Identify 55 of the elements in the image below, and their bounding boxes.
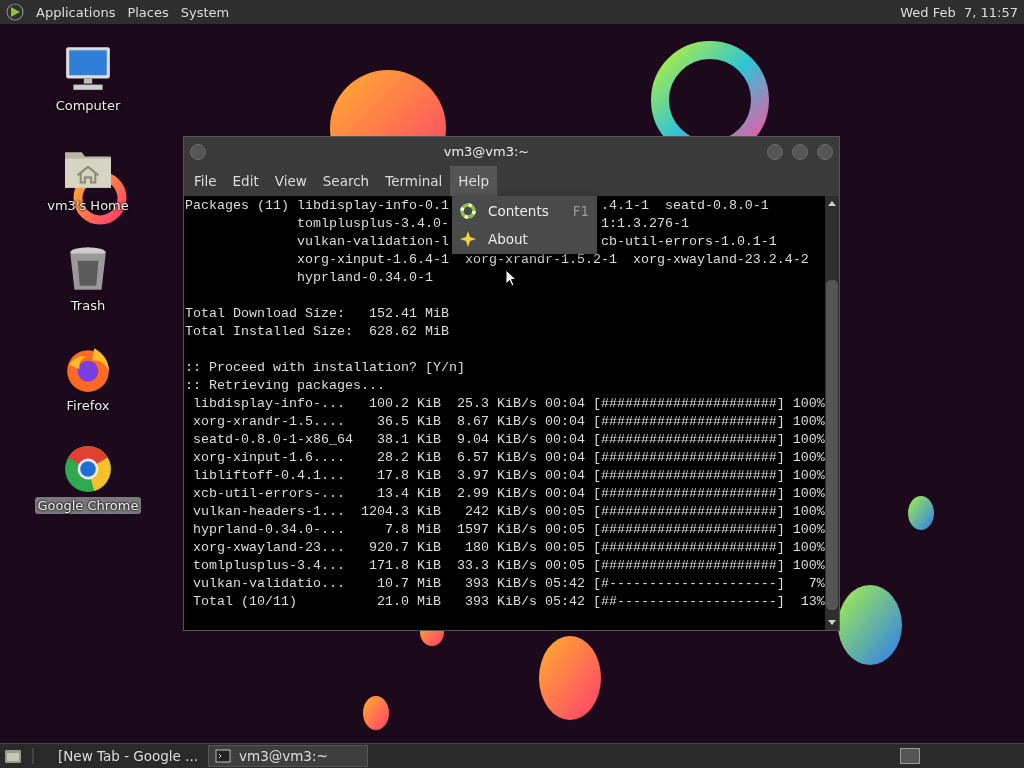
terminal-icon [215,748,231,764]
star-icon [460,231,476,247]
panel-menu[interactable]: Applications [36,4,116,20]
terminal-line: libliftoff-0.4.1... 17.8 KiB 3.97 KiB/s 00:04 [######################] 100% [192,468,825,483]
desktop-icon-label[interactable]: Trash [67,297,109,314]
terminal-line: Total Installed Size: 628.62 MiB [185,324,449,339]
menu-item[interactable]: Search [314,166,378,196]
menu-entry[interactable]: Contents F1 [452,197,597,225]
scroll-up-icon[interactable] [827,199,837,207]
taskbar-task[interactable]: [New Tab - Google ... [44,745,204,767]
menu-logo-icon[interactable] [6,3,24,21]
chrome-icon[interactable] [63,444,113,494]
terminal-line: vulkan-validation-l [295,234,449,249]
panel-menu[interactable]: Places [127,4,169,20]
terminal-line: tomlplusplus-3.4... 171.8 KiB 33.3 KiB/s 00:05 [######################] 100% [192,558,825,573]
menu-item[interactable]: Terminal [377,166,451,196]
terminal-line: xorg-xrandr-1.5.... 36.5 KiB 8.67 KiB/s 00:04 [######################] 100% [192,414,825,429]
taskbar-task[interactable]: vm3@vm3:~ [208,745,368,767]
menu-item[interactable]: Help [450,166,498,196]
terminal-line: :: Proceed with installation? [Y/n] [185,360,465,375]
terminal-line: 1:1.3.276-1 [600,216,689,231]
terminal-line: xorg-xinput-1.6.... 28.2 KiB 6.57 KiB/s 00:04 [######################] 100% [192,450,825,465]
window-title: vm3@vm3:~ [442,144,531,159]
terminal-line: :: Retrieving packages... [185,378,385,393]
menu-item[interactable]: File [186,166,225,196]
terminal-line: vulkan-headers-1... 1204.3 KiB 242 KiB/s 00:05 [######################] 100% [192,504,825,519]
clock[interactable]: Wed Feb 7, 11:57 [900,4,1018,20]
terminal-line: seatd-0.8.0-1-x86_64 38.1 KiB 9.04 KiB/s 00:04 [######################] 100% [192,432,825,447]
terminal-line: vulkan-validatio... 10.7 MiB 393 KiB/s 05:42 [#---------------------] 7% [192,576,825,591]
workspace-switcher[interactable] [900,748,920,764]
terminal-line: Packages (11) libdisplay-info-0.1 [185,198,449,213]
terminal-line: xorg-xwayland-23... 920.7 KiB 180 KiB/s 00:05 [######################] 100% [192,540,825,555]
terminal-line: Total Download Size: 152.41 MiB [185,306,449,321]
terminal-line: Total (10/11) 21.0 MiB 393 KiB/s 05:42 [##--------------------] 13% [192,594,825,609]
menu-item[interactable]: View [266,166,315,196]
scroll-down-icon[interactable] [827,619,837,627]
panel-menu[interactable]: System [180,4,230,20]
terminal-line: libdisplay-info-... 100.2 KiB 25.3 KiB/s 00:04 [######################] 100% [192,396,825,411]
scrollbar[interactable] [825,196,839,630]
terminal-line: xcb-util-errors-... 13.4 KiB 2.99 KiB/s 00:04 [######################] 100% [192,486,825,501]
terminal-line: hyprland-0.34.0-1 [295,270,433,285]
terminal-line: hyprland-0.34.0-... 7.8 MiB 1597 KiB/s 00:05 [######################] 100% [192,522,825,537]
desktop-icon-label[interactable]: Google Chrome [34,497,142,514]
desktop-icon-label[interactable]: Firefox [63,397,113,414]
lifebuoy-icon [460,203,476,219]
menu-entry[interactable]: About [452,225,597,253]
scroll-thumb[interactable] [826,280,838,610]
terminal-line: xorg-xinput-1.6.4-1 xorg-xrandr-1.5.2-1 xorg-xwayland-23.2.4-2 [295,252,809,267]
terminal-line: cb-util-errors-1.0.1-1 [600,234,777,249]
desktop-icon-label[interactable]: Computer [52,97,124,114]
show-desktop-icon[interactable] [4,748,22,764]
menu-item[interactable]: Edit [224,166,267,196]
terminal-line: .4.1-1 seatd-0.8.0-1 [600,198,769,213]
pointer-icon [505,269,517,287]
terminal-line: tomlplusplus-3.4.0- [295,216,449,231]
